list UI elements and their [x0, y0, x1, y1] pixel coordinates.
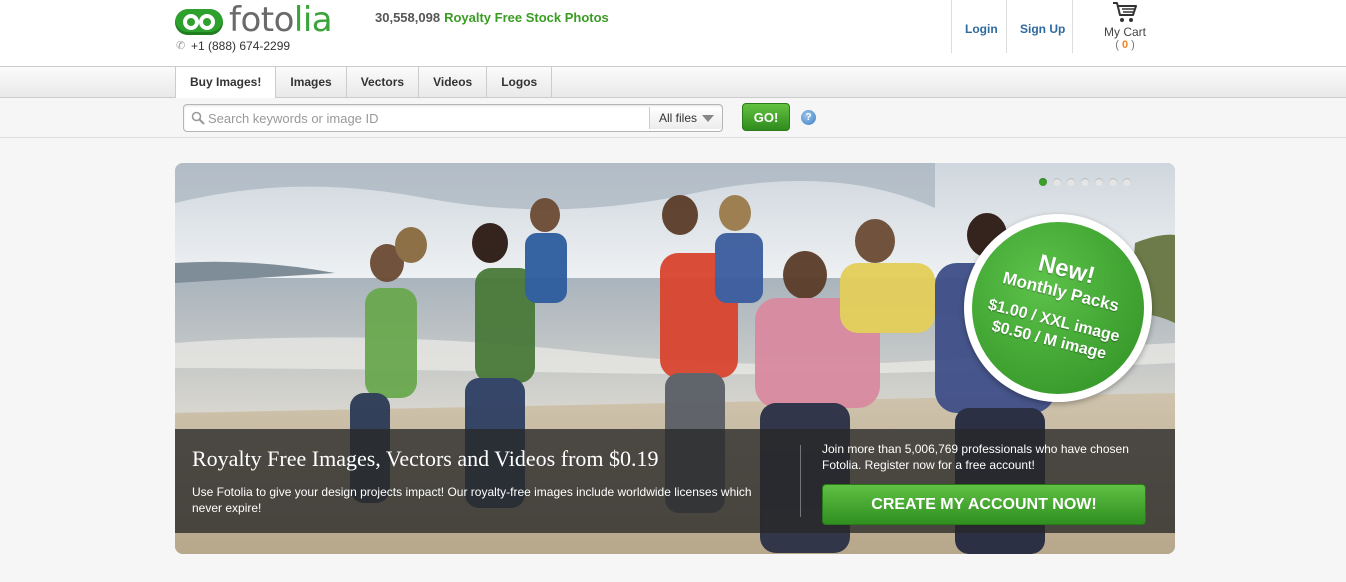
slider-dot[interactable]: [1095, 178, 1103, 186]
tab-vectors[interactable]: Vectors: [347, 67, 420, 98]
header-divider: [1072, 0, 1073, 53]
go-button[interactable]: GO!: [742, 103, 790, 131]
create-account-button[interactable]: CREATE MY ACCOUNT NOW!: [822, 484, 1146, 525]
caption-divider: [800, 445, 801, 517]
tab-buy-images[interactable]: Buy Images!: [176, 67, 277, 98]
promo-circle: New! Monthly Packs $1.00 / XXL image $0.…: [972, 222, 1144, 394]
promo-text: New! Monthly Packs $1.00 / XXL image $0.…: [963, 237, 1153, 372]
slider-dot[interactable]: [1039, 178, 1047, 186]
slider-dot[interactable]: [1067, 178, 1075, 186]
nav-tabs: Buy Images! Images Vectors Videos Logos: [175, 67, 553, 98]
signup-link[interactable]: Sign Up: [1020, 22, 1065, 36]
cart-count: ( 0 ): [1115, 39, 1135, 51]
search-bar: All files GO! ?: [0, 98, 1346, 138]
monthly-packs-badge[interactable]: New! Monthly Packs $1.00 / XXL image $0.…: [964, 214, 1152, 402]
tab-images[interactable]: Images: [276, 67, 347, 98]
search-icon: [191, 111, 205, 125]
hero-title: Royalty Free Images, Vectors and Videos …: [192, 446, 659, 471]
phone-text: +1 (888) 674-2299: [191, 39, 291, 53]
hero-banner: New! Monthly Packs $1.00 / XXL image $0.…: [175, 163, 1175, 554]
logo-icon: [175, 4, 223, 36]
login-link[interactable]: Login: [965, 22, 998, 36]
header-divider: [1006, 0, 1007, 53]
site-header: fotolia ✆ +1 (888) 674-2299 30,558,098 Ro…: [0, 0, 1346, 66]
help-icon[interactable]: ?: [801, 110, 816, 125]
search-input[interactable]: [208, 108, 648, 128]
slider-dot[interactable]: [1053, 178, 1061, 186]
join-text: Join more than 5,006,769 professionals w…: [822, 442, 1129, 472]
tab-videos[interactable]: Videos: [419, 67, 488, 98]
chevron-down-icon: [702, 115, 714, 122]
file-type-select[interactable]: All files: [649, 107, 722, 129]
slider-dot[interactable]: [1123, 178, 1131, 186]
hero-caption-band: Royalty Free Images, Vectors and Videos …: [175, 429, 1175, 533]
cart-label: My Cart: [1104, 25, 1146, 39]
slider-dots: [1039, 178, 1137, 186]
main-nav: Buy Images! Images Vectors Videos Logos: [0, 66, 1346, 98]
slider-dot[interactable]: [1109, 178, 1117, 186]
site-tagline: 30,558,098 Royalty Free Stock Photos: [375, 10, 609, 25]
logo-wordmark: fotolia: [229, 0, 333, 40]
tab-logos[interactable]: Logos: [487, 67, 553, 98]
tagline-text: Royalty Free Stock Photos: [444, 10, 609, 25]
search-box: All files: [183, 104, 723, 132]
file-type-value: All files: [659, 111, 698, 125]
image-count: 30,558,098: [375, 10, 441, 25]
header-divider: [951, 0, 952, 53]
phone-number: ✆ +1 (888) 674-2299: [176, 39, 290, 53]
slider-dot[interactable]: [1081, 178, 1089, 186]
cart-button[interactable]: My Cart ( 0 ): [1100, 0, 1150, 51]
hero-subtitle: Use Fotolia to give your design projects…: [192, 485, 752, 515]
phone-icon: ✆: [176, 39, 186, 52]
fotolia-logo[interactable]: fotolia: [175, 0, 333, 40]
shopping-cart-icon: [1113, 2, 1137, 22]
